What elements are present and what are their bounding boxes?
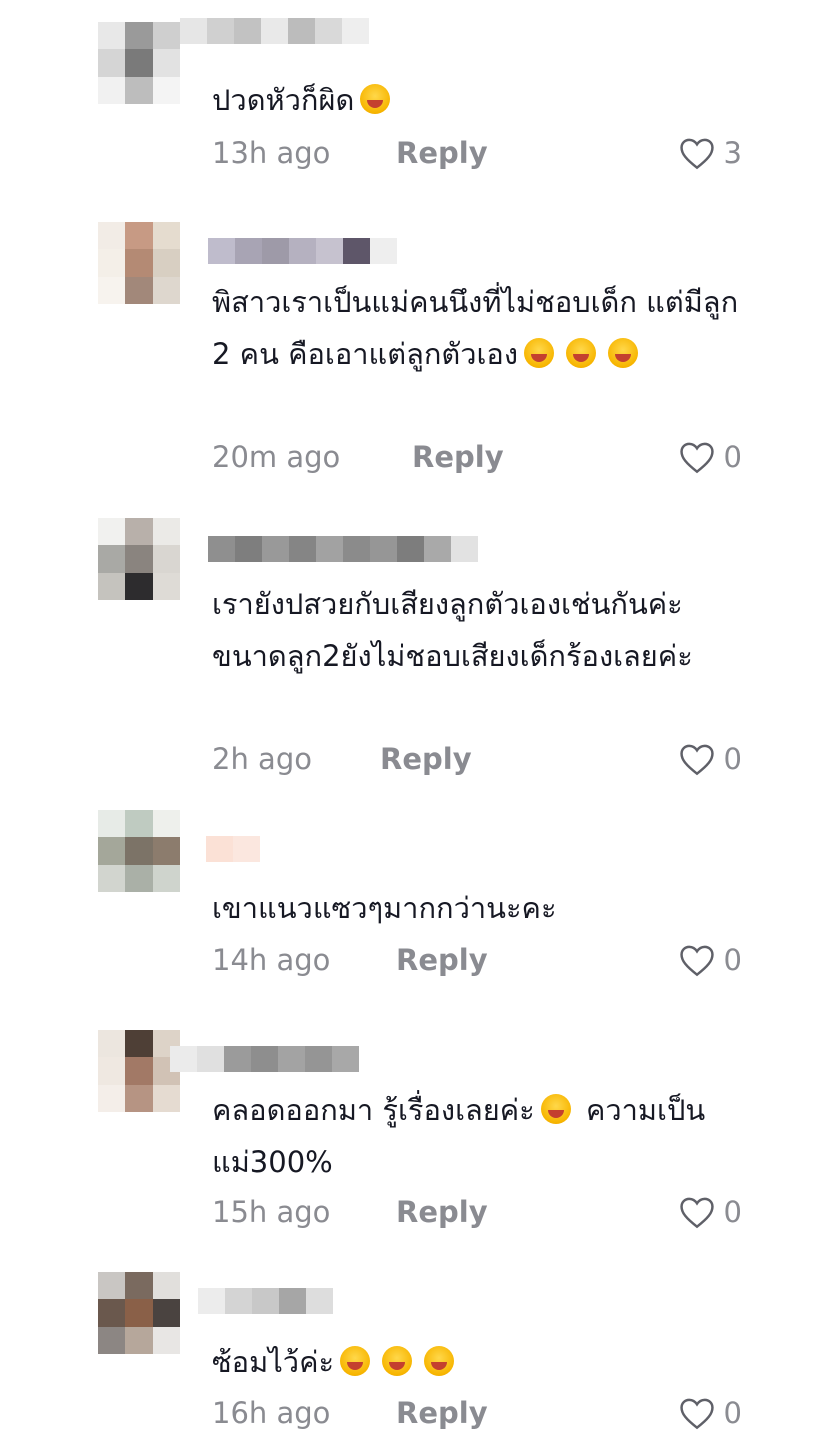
comment-meta: 14h ago Reply 0 xyxy=(212,943,752,983)
like-count: 0 xyxy=(723,440,742,474)
comment-meta: 13h ago Reply 3 xyxy=(212,136,752,176)
grinning-emoji-icon xyxy=(340,1346,371,1376)
comment-timestamp: 2h ago xyxy=(212,742,312,776)
like-button[interactable]: 3 xyxy=(678,136,742,170)
reply-button[interactable]: Reply xyxy=(396,1195,488,1229)
comment-text: เรายังปสวยกับเสียงลูกตัวเองเช่นกันค่ะขนา… xyxy=(212,578,752,682)
like-count: 0 xyxy=(723,742,742,776)
comment-timestamp: 16h ago xyxy=(212,1396,331,1430)
avatar[interactable] xyxy=(98,1272,180,1354)
heart-outline-icon xyxy=(679,442,714,474)
like-count: 0 xyxy=(723,1195,742,1229)
comment-timestamp: 20m ago xyxy=(212,440,341,474)
reply-button[interactable]: Reply xyxy=(396,943,488,977)
laughing-tears-emoji-icon xyxy=(360,84,391,114)
comment-text-content: ซ้อมไว้ค่ะ xyxy=(212,1345,335,1379)
beaming-grin-emoji-icon xyxy=(540,1094,571,1124)
avatar[interactable] xyxy=(98,22,180,104)
comment-text: เขาแนวแซวๆมากกว่านะคะ xyxy=(212,882,752,934)
grinning-squint-emoji-icon xyxy=(608,338,639,368)
username-redacted[interactable] xyxy=(208,536,478,562)
comment-text: ปวดหัวก็ผิด xyxy=(212,74,752,126)
comment-text-content: เรายังปสวยกับเสียงลูกตัวเองเช่นกันค่ะขนา… xyxy=(212,587,693,673)
reply-button[interactable]: Reply xyxy=(380,742,472,776)
heart-outline-icon xyxy=(679,744,714,776)
comment-timestamp: 14h ago xyxy=(212,943,331,977)
comment-meta: 15h ago Reply 0 xyxy=(212,1195,752,1235)
comment-meta: 2h ago Reply 0 xyxy=(212,742,752,782)
smiling-eyes-emoji-icon xyxy=(382,1346,413,1376)
reply-button[interactable]: Reply xyxy=(412,440,504,474)
like-count: 3 xyxy=(723,136,742,170)
heart-outline-icon xyxy=(679,1197,714,1229)
comment-text: พิสาวเราเป็นแม่คนนึงที่ไม่ชอบเด็ก แต่มีล… xyxy=(212,276,752,380)
comment-text-content: พิสาวเราเป็นแม่คนนึงที่ไม่ชอบเด็ก แต่มีล… xyxy=(212,285,739,371)
comment-meta: 16h ago Reply 0 xyxy=(212,1396,752,1436)
like-button[interactable]: 0 xyxy=(678,1396,742,1430)
reply-button[interactable]: Reply xyxy=(396,1396,488,1430)
avatar[interactable] xyxy=(98,518,180,600)
comment-timestamp: 13h ago xyxy=(212,136,331,170)
comment-text-content: ปวดหัวก็ผิด xyxy=(212,83,355,117)
beaming-grin-emoji-icon xyxy=(424,1346,455,1376)
grinning-squint-emoji-icon xyxy=(524,338,555,368)
like-button[interactable]: 0 xyxy=(678,1195,742,1229)
comment-text-content: เขาแนวแซวๆมากกว่านะคะ xyxy=(212,891,557,925)
heart-outline-icon xyxy=(679,138,714,170)
heart-outline-icon xyxy=(679,1398,714,1430)
avatar[interactable] xyxy=(98,1030,180,1112)
comment-text: ซ้อมไว้ค่ะ xyxy=(212,1336,752,1388)
heart-outline-icon xyxy=(679,945,714,977)
username-redacted[interactable] xyxy=(180,18,369,44)
like-count: 0 xyxy=(723,1396,742,1430)
like-button[interactable]: 0 xyxy=(678,943,742,977)
username-redacted[interactable] xyxy=(206,836,260,862)
username-redacted[interactable] xyxy=(198,1288,333,1314)
avatar[interactable] xyxy=(98,222,180,304)
comment-meta: 20m ago Reply 0 xyxy=(212,440,752,480)
comment-text: คลอดออกมา รู้เรื่องเลยค่ะ ความเป็นแม่300… xyxy=(212,1084,752,1188)
like-button[interactable]: 0 xyxy=(678,440,742,474)
avatar[interactable] xyxy=(98,810,180,892)
like-count: 0 xyxy=(723,943,742,977)
reply-button[interactable]: Reply xyxy=(396,136,488,170)
grinning-squint-emoji-icon xyxy=(566,338,597,368)
username-redacted[interactable] xyxy=(208,238,397,264)
comment-text-content: คลอดออกมา รู้เรื่องเลยค่ะ xyxy=(212,1093,535,1127)
like-button[interactable]: 0 xyxy=(678,742,742,776)
comment-timestamp: 15h ago xyxy=(212,1195,331,1229)
username-redacted[interactable] xyxy=(170,1046,359,1072)
